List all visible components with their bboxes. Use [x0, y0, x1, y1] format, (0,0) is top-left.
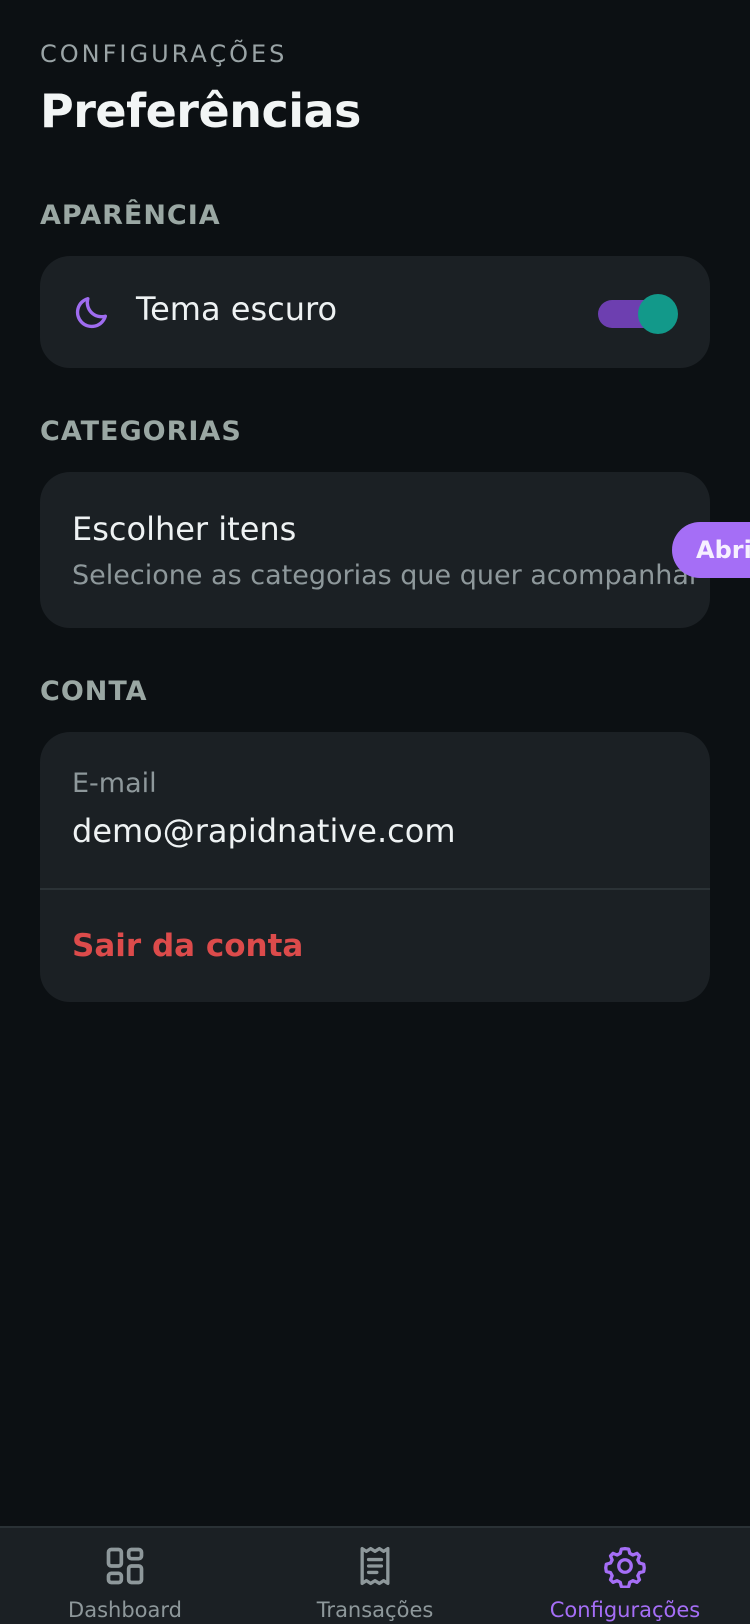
- choose-items-label: Escolher itens: [72, 510, 297, 548]
- email-value: demo@rapidnative.com: [72, 812, 456, 850]
- logout-button[interactable]: Sair da conta: [72, 928, 303, 964]
- open-categories-button[interactable]: Abrir: [672, 522, 750, 578]
- tab-settings-label: Configurações: [549, 1598, 701, 1622]
- dashboard-icon: [106, 1547, 144, 1585]
- tab-dashboard-label: Dashboard: [68, 1598, 182, 1622]
- tab-dashboard[interactable]: Dashboard: [0, 1528, 250, 1624]
- dark-theme-label: Tema escuro: [136, 290, 338, 328]
- categories-section-title: CATEGORIAS: [40, 416, 242, 447]
- account-section-title: CONTA: [40, 676, 148, 707]
- account-divider: [40, 888, 710, 890]
- tab-settings[interactable]: Configurações: [500, 1528, 750, 1624]
- receipt-icon: [360, 1546, 390, 1586]
- email-label: E-mail: [72, 768, 157, 799]
- gear-icon: [604, 1546, 646, 1588]
- tab-transactions[interactable]: Transações: [250, 1528, 500, 1624]
- tab-transactions-label: Transações: [316, 1598, 434, 1622]
- moon-icon: [75, 297, 108, 329]
- bottom-tab-bar: Dashboard Transações Configurações: [0, 1526, 750, 1624]
- appearance-section-title: APARÊNCIA: [40, 200, 221, 231]
- settings-screen: CONFIGURAÇÕES Preferências APARÊNCIA Tem…: [0, 0, 750, 1624]
- choose-items-description: Selecione as categorias que quer acompan…: [72, 560, 701, 591]
- dark-theme-card: Tema escuro: [40, 256, 710, 368]
- account-card: E-mail demo@rapidnative.com Sair da cont…: [40, 732, 710, 1002]
- toggle-knob: [638, 294, 678, 334]
- choose-items-card: Escolher itens Selecione as categorias q…: [40, 472, 710, 628]
- page-title: Preferências: [40, 84, 361, 138]
- screen-eyebrow: CONFIGURAÇÕES: [40, 40, 288, 68]
- dark-theme-toggle[interactable]: [598, 294, 678, 334]
